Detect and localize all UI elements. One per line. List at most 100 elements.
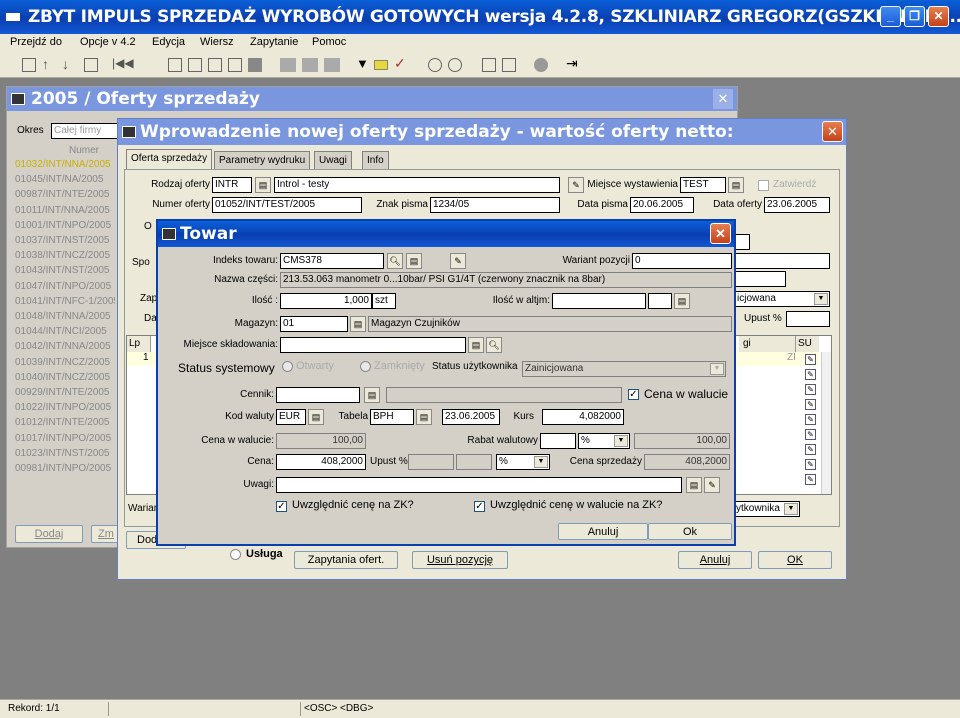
row-edit-icon[interactable]: ✎ xyxy=(805,384,816,395)
list-item[interactable]: 01037/INT/NST/2005 xyxy=(15,235,115,248)
list-item[interactable]: 01043/INT/NST/2005 xyxy=(15,265,115,278)
ilosc-field[interactable]: 1,000 xyxy=(280,293,372,309)
tool-first-icon[interactable] xyxy=(22,58,36,72)
ilosc-altjm-field[interactable] xyxy=(552,293,646,309)
towar-ok-button[interactable]: Ok xyxy=(648,523,732,540)
zapytania-button[interactable]: Zapytania ofert. xyxy=(294,551,398,569)
numer-column-header[interactable]: Numer xyxy=(69,145,99,156)
tool-last-icon[interactable] xyxy=(84,58,98,72)
list-item[interactable]: 01001/INT/NPO/2005 xyxy=(15,220,115,233)
tool-prev-icon[interactable]: |◀◀ xyxy=(112,56,134,70)
status-user-combo[interactable]: Zainicjowana ▼ xyxy=(522,361,726,377)
kurs-field[interactable]: 4,082000 xyxy=(542,409,624,425)
menu-pomoc[interactable]: Pomoc xyxy=(312,36,346,48)
okres-field[interactable]: Całej firmy xyxy=(51,123,121,139)
list-item[interactable]: 01040/INT/NCZ/2005 xyxy=(15,372,115,385)
wariant-pozycji-field[interactable]: 0 xyxy=(632,253,732,269)
row-edit-icon[interactable]: ✎ xyxy=(805,354,816,365)
tabela-date-field[interactable]: 23.06.2005 xyxy=(442,409,500,425)
rabat-combo[interactable]: % ▼ xyxy=(578,433,630,449)
offers-list[interactable]: 01032/INT/NNA/2005 01045/INT/NA/2005 00987… xyxy=(15,159,121,489)
tool-print2-icon[interactable] xyxy=(302,58,318,72)
tool-up-icon[interactable]: ↑ xyxy=(42,56,49,72)
offer-ok-button[interactable]: OK xyxy=(758,551,832,569)
right-field-3[interactable] xyxy=(734,271,786,287)
kod-waluty-lookup-icon[interactable]: ▤ xyxy=(308,409,324,425)
towar-cancel-button[interactable]: Anuluj xyxy=(558,523,648,540)
magazyn-field[interactable]: 01 xyxy=(280,316,348,332)
zamkniety-radio[interactable] xyxy=(360,361,371,372)
list-item[interactable]: 01017/INT/NPO/2005 xyxy=(15,433,115,446)
upust-field-2[interactable] xyxy=(456,454,492,470)
data-pisma-field[interactable]: 20.06.2005 xyxy=(630,197,694,213)
numer-field[interactable]: 01052/INT/TEST/2005 xyxy=(212,197,362,213)
uwagi-field[interactable] xyxy=(276,477,682,493)
grid-scrollbar[interactable] xyxy=(821,352,831,494)
list-item[interactable]: 01023/INT/NST/2005 xyxy=(15,448,115,461)
kod-waluty-field[interactable]: EUR xyxy=(276,409,306,425)
list-item[interactable]: 01041/INT/NFC-1/2005 xyxy=(15,296,115,309)
tabela-lookup-icon[interactable]: ▤ xyxy=(416,409,432,425)
indeks-search-icon[interactable]: 🔍︎ xyxy=(387,253,403,269)
status-combo[interactable]: icjowana ▼ xyxy=(734,291,830,307)
tool-doc-icon[interactable] xyxy=(482,58,496,72)
rodzaj-edit-icon[interactable]: ✎ xyxy=(568,177,584,193)
menu-wiersz[interactable]: Wiersz xyxy=(200,36,234,48)
tool-settings-icon[interactable] xyxy=(534,58,548,72)
rabat-field[interactable] xyxy=(540,433,576,449)
ilosc-altjm-lookup-icon[interactable]: ▤ xyxy=(674,293,690,309)
filter-icon[interactable]: ▼ xyxy=(356,56,369,71)
status-user-combo[interactable]: żytkownika ▼ xyxy=(728,501,800,517)
menu-opcje[interactable]: Opcje v 4.2 xyxy=(80,36,136,48)
list-item[interactable]: 01022/INT/NPO/2005 xyxy=(15,402,115,415)
row-edit-icon[interactable]: ✎ xyxy=(805,459,816,470)
rodzaj-lookup-icon[interactable]: ▤ xyxy=(255,177,271,193)
list-item[interactable]: 01038/INT/NCZ/2005 xyxy=(15,250,115,263)
tool-down-icon[interactable]: ↓ xyxy=(62,56,69,72)
tabela-field[interactable]: BPH xyxy=(370,409,414,425)
usun-button[interactable]: Usuń pozycję xyxy=(412,551,508,569)
upust-field[interactable] xyxy=(786,311,830,327)
tool-save-icon[interactable] xyxy=(228,58,242,72)
mail-icon[interactable] xyxy=(374,60,388,70)
exit-icon[interactable]: ⇥ xyxy=(566,55,578,72)
magazyn-lookup-icon[interactable]: ▤ xyxy=(350,316,366,332)
maximize-button[interactable]: ❐ xyxy=(904,6,925,27)
ilosc-altjm-unit-field[interactable] xyxy=(648,293,672,309)
tool-refresh2-icon[interactable] xyxy=(448,58,462,72)
uwagi-edit-icon[interactable]: ✎ xyxy=(704,477,720,493)
minimize-button[interactable]: _ xyxy=(880,6,901,27)
list-item[interactable]: 01012/INT/NTE/2005 xyxy=(15,417,115,430)
menu-edycja[interactable]: Edycja xyxy=(152,36,185,48)
zatwierdz-checkbox[interactable] xyxy=(758,180,769,191)
cena-waluta-field[interactable]: 100,00 xyxy=(276,433,366,449)
row-edit-icon[interactable]: ✎ xyxy=(805,444,816,455)
indeks-lookup-icon[interactable]: ▤ xyxy=(406,253,422,269)
row-edit-icon[interactable]: ✎ xyxy=(805,399,816,410)
towar-close-button[interactable]: ✕ xyxy=(710,223,731,244)
tool-print3-icon[interactable] xyxy=(324,58,340,72)
list-item[interactable]: 01048/INT/NNA/2005 xyxy=(15,311,115,324)
list-item[interactable]: 00981/INT/NPO/2005 xyxy=(15,463,115,476)
zk-checkbox[interactable]: ✓ xyxy=(276,501,287,512)
miejsce-skl-field[interactable] xyxy=(280,337,466,353)
row-edit-icon[interactable]: ✎ xyxy=(805,429,816,440)
list-item[interactable]: 01011/INT/NNA/2005 xyxy=(15,205,115,218)
offers-add-button[interactable]: Dodaj xyxy=(15,525,83,543)
znak-field[interactable]: 1234/05 xyxy=(430,197,560,213)
tool-eraser-icon[interactable] xyxy=(248,58,262,72)
uwagi-doc-icon[interactable]: ▤ xyxy=(686,477,702,493)
indeks-field[interactable]: CMS378 xyxy=(280,253,384,269)
tool-insert-icon[interactable] xyxy=(168,58,182,72)
row-edit-icon[interactable]: ✎ xyxy=(805,369,816,380)
miejsce-lookup-icon[interactable]: ▤ xyxy=(728,177,744,193)
rodzaj-field[interactable]: INTR xyxy=(212,177,252,193)
list-item[interactable]: 00987/INT/NTE/2005 xyxy=(15,189,115,202)
offers-close-button[interactable]: ✕ xyxy=(713,89,733,109)
right-field-1[interactable] xyxy=(734,234,750,250)
row-edit-icon[interactable]: ✎ xyxy=(805,414,816,425)
tool-preview-icon[interactable] xyxy=(502,58,516,72)
list-item[interactable]: 01032/INT/NNA/2005 xyxy=(15,159,115,172)
tool-print-icon[interactable] xyxy=(280,58,296,72)
zk-waluta-checkbox[interactable]: ✓ xyxy=(474,501,485,512)
